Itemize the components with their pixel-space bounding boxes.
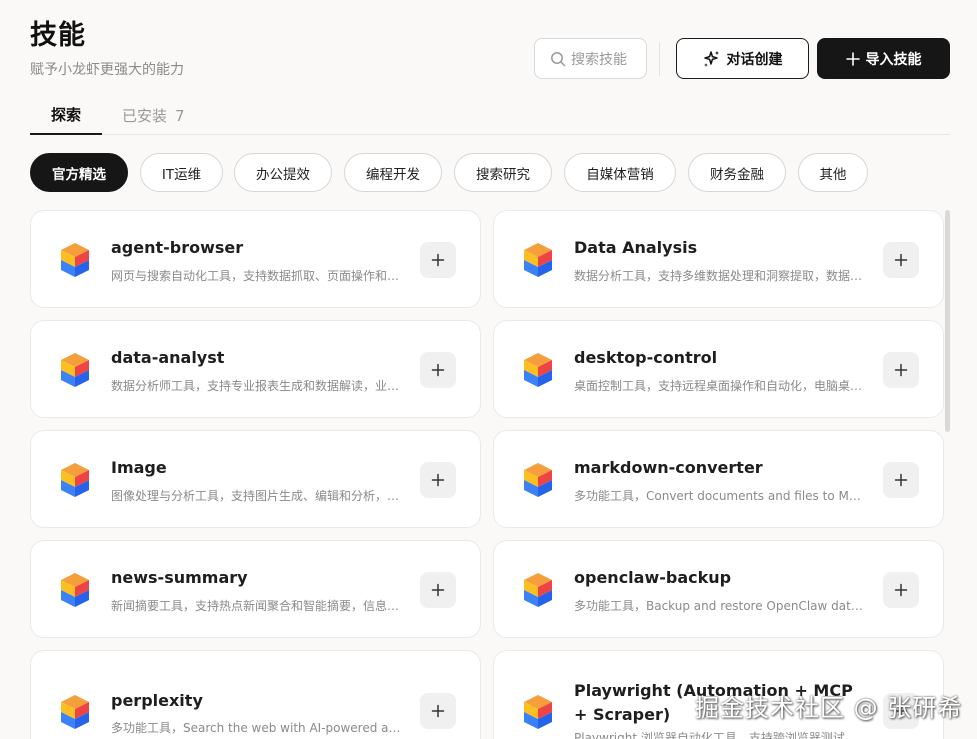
skill-description: 数据分析工具，支持多维数据处理和洞察提取，数据… [574, 269, 863, 283]
plus-icon [894, 363, 908, 377]
skill-logo-icon [524, 573, 552, 607]
category-chip-programming[interactable]: 编程开发 [344, 153, 442, 192]
skill-name: Image [111, 458, 167, 477]
skill-description: 网页与搜索自动化工具，支持数据抓取、页面操作和… [111, 269, 400, 283]
scrollbar-thumb[interactable] [945, 210, 950, 432]
chat-create-button[interactable]: 对话创建 [676, 38, 809, 79]
skill-description: 新闻摘要工具，支持热点新闻聚合和智能摘要，信息… [111, 599, 400, 613]
skill-name: news-summary [111, 568, 248, 587]
search-icon [551, 51, 566, 66]
category-chip-finance[interactable]: 财务金融 [688, 153, 786, 192]
skill-logo-icon [61, 695, 89, 729]
skill-grid: agent-browser 网页与搜索自动化工具，支持数据抓取、页面操作和… D… [30, 210, 944, 739]
tab-explore-label: 探索 [50, 106, 81, 124]
header-divider [659, 42, 660, 76]
plus-icon [845, 51, 860, 66]
skill-logo-icon [524, 695, 552, 729]
skill-card[interactable]: perplexity 多功能工具，Search the web with AI-… [30, 650, 481, 739]
watermark: 掘金技术社区 @ 张研希 [695, 694, 963, 722]
skill-card[interactable]: agent-browser 网页与搜索自动化工具，支持数据抓取、页面操作和… [30, 210, 481, 308]
skill-logo-icon [524, 463, 552, 497]
search-placeholder: 搜索技能 [571, 51, 627, 68]
add-skill-button[interactable] [420, 693, 456, 729]
skill-description: 桌面控制工具，支持远程桌面操作和自动化，电脑桌… [574, 379, 863, 393]
skill-card[interactable]: data-analyst 数据分析师工具，支持专业报表生成和数据解读，业… [30, 320, 481, 418]
search-input[interactable]: 搜索技能 [534, 38, 647, 79]
sparkle-icon [703, 50, 719, 67]
add-skill-button[interactable] [883, 462, 919, 498]
skill-name: openclaw-backup [574, 568, 732, 587]
add-skill-button[interactable] [420, 352, 456, 388]
plus-icon [431, 253, 445, 267]
category-chip-other[interactable]: 其他 [798, 153, 868, 192]
plus-icon [431, 583, 445, 597]
chat-create-label: 对话创建 [726, 51, 783, 68]
skill-description: 多功能工具，Convert documents and files to Mar… [574, 489, 866, 503]
category-chip-it-ops[interactable]: IT运维 [140, 153, 223, 192]
skill-description: 图像处理与分析工具，支持图片生成、编辑和分析，… [111, 489, 400, 503]
skill-logo-icon [61, 243, 89, 277]
skill-name: markdown-converter [574, 458, 763, 477]
import-skill-button[interactable]: 导入技能 [817, 38, 950, 79]
skill-name: Data Analysis [574, 238, 698, 257]
skill-card[interactable]: desktop-control 桌面控制工具，支持远程桌面操作和自动化，电脑桌… [493, 320, 944, 418]
add-skill-button[interactable] [420, 462, 456, 498]
skill-logo-icon [61, 353, 89, 387]
page-title: 技能 [30, 20, 86, 51]
plus-icon [894, 253, 908, 267]
skill-name: perplexity [111, 691, 203, 710]
skill-card[interactable]: markdown-converter 多功能工具，Convert documen… [493, 430, 944, 528]
plus-icon [894, 473, 908, 487]
category-chip-official[interactable]: 官方精选 [30, 153, 128, 192]
skill-card[interactable]: Image 图像处理与分析工具，支持图片生成、编辑和分析，… [30, 430, 481, 528]
page-header: 技能 赋予小龙虾更强大的能力 [30, 18, 184, 79]
skill-logo-icon [524, 243, 552, 277]
plus-icon [894, 583, 908, 597]
tab-installed-count: 7 [175, 106, 185, 125]
skill-card[interactable]: Data Analysis 数据分析工具，支持多维数据处理和洞察提取，数据… [493, 210, 944, 308]
skill-name: desktop-control [574, 348, 718, 367]
tab-bar: 探索 已安装 7 [30, 96, 950, 135]
skill-logo-icon [61, 463, 89, 497]
tab-explore[interactable]: 探索 [30, 96, 102, 135]
plus-icon [431, 704, 445, 718]
add-skill-button[interactable] [420, 242, 456, 278]
skill-name: agent-browser [111, 238, 244, 257]
page-subtitle: 赋予小龙虾更强大的能力 [30, 62, 184, 78]
skill-description: 多功能工具，Search the web with AI-powered ans… [111, 721, 403, 735]
category-chip-research[interactable]: 搜索研究 [454, 153, 552, 192]
add-skill-button[interactable] [883, 352, 919, 388]
skill-logo-icon [61, 573, 89, 607]
tab-installed[interactable]: 已安装 7 [122, 96, 185, 135]
add-skill-button[interactable] [883, 242, 919, 278]
add-skill-button[interactable] [883, 572, 919, 608]
tab-installed-label: 已安装 [122, 107, 168, 125]
skill-description: Playwright 浏览器自动化工具，支持跨浏览器测试和… [574, 731, 866, 739]
skill-description: 数据分析师工具，支持专业报表生成和数据解读，业… [111, 379, 400, 393]
skill-name: data-analyst [111, 348, 225, 367]
skill-card[interactable]: openclaw-backup 多功能工具，Backup and restore… [493, 540, 944, 638]
skill-logo-icon [524, 353, 552, 387]
plus-icon [431, 363, 445, 377]
skill-card[interactable]: news-summary 新闻摘要工具，支持热点新闻聚合和智能摘要，信息… [30, 540, 481, 638]
category-chip-office[interactable]: 办公提效 [234, 153, 332, 192]
plus-icon [431, 473, 445, 487]
category-chip-media[interactable]: 自媒体营销 [564, 153, 676, 192]
import-skill-label: 导入技能 [865, 51, 922, 68]
skill-description: 多功能工具，Backup and restore OpenClaw data. … [574, 599, 866, 613]
add-skill-button[interactable] [420, 572, 456, 608]
